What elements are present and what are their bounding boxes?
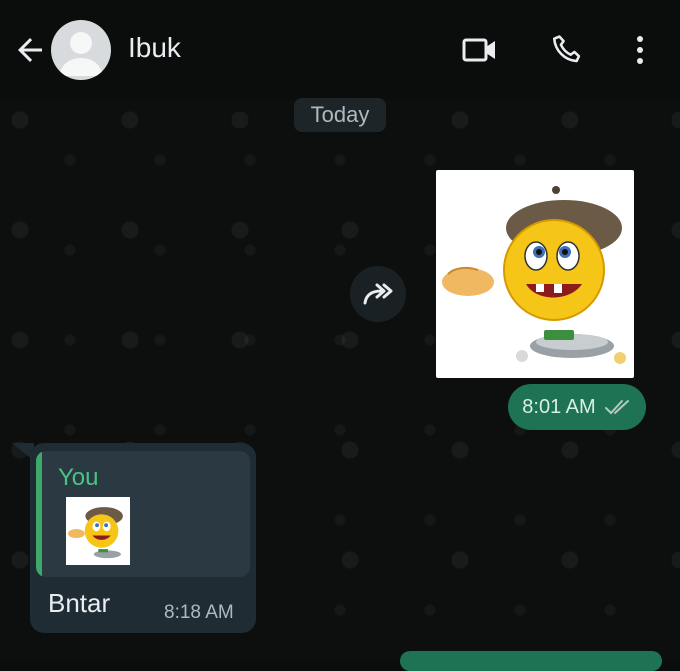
contact-name[interactable]: Ibuk (128, 32, 181, 64)
arrow-left-icon (18, 38, 42, 62)
quote-accent-bar (36, 451, 42, 577)
sent-time: 8:01 AM (522, 395, 596, 418)
date-divider: Today (294, 98, 386, 132)
received-time: 8:18 AM (164, 602, 234, 623)
more-options-button[interactable] (618, 28, 662, 72)
smiley-beret-sticker (442, 186, 626, 364)
back-button[interactable] (10, 30, 50, 70)
quoted-sticker-thumbnail (66, 497, 130, 565)
quoted-message[interactable]: You (36, 451, 250, 577)
phone-icon (552, 35, 581, 63)
quoted-author: You (58, 464, 99, 491)
video-camera-icon (462, 38, 495, 62)
contact-avatar[interactable] (51, 20, 111, 80)
smiley-beret-sticker (67, 507, 123, 559)
sent-message-meta: 8:01 AM (508, 384, 646, 430)
forward-button[interactable] (350, 266, 406, 322)
next-sent-message-partial[interactable] (400, 651, 662, 671)
received-text: Bntar (48, 588, 111, 618)
chat-header: Ibuk (0, 0, 680, 100)
default-avatar-icon (59, 32, 103, 76)
sent-sticker[interactable] (436, 170, 634, 378)
forward-icon (363, 283, 393, 305)
more-vertical-icon (637, 36, 643, 64)
video-call-button[interactable] (458, 28, 502, 72)
voice-call-button[interactable] (545, 28, 589, 72)
double-check-icon (604, 400, 629, 415)
